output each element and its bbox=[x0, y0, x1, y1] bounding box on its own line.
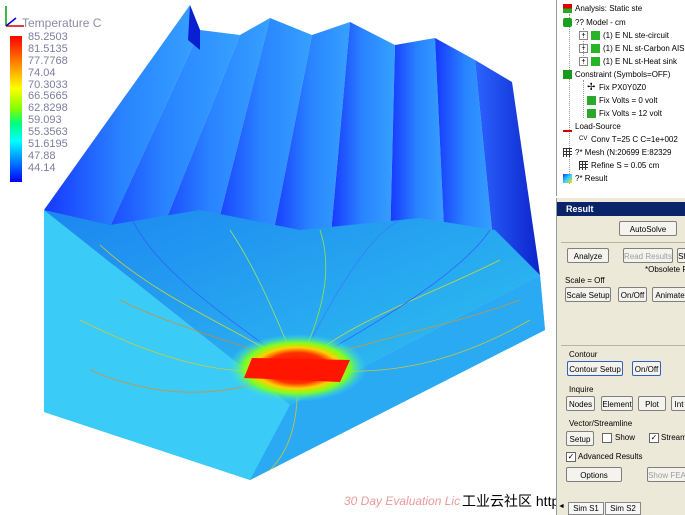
heat-source-chip bbox=[244, 358, 350, 382]
expand-icon[interactable]: + bbox=[579, 44, 588, 54]
3d-viewport[interactable]: Temperature C 85.2503 81.5135 77.7768 74… bbox=[0, 0, 556, 515]
legend-values: 85.2503 81.5135 77.7768 74.04 70.3033 66… bbox=[28, 31, 88, 175]
refine-icon bbox=[579, 161, 588, 171]
tree-load-item[interactable]: CV Conv T=25 C C=1e+002 bbox=[579, 134, 678, 146]
mesh-icon bbox=[563, 148, 572, 158]
legend-value: 81.5135 bbox=[28, 42, 68, 55]
load-icon bbox=[563, 121, 572, 133]
model-icon bbox=[563, 18, 572, 28]
legend-value: 74.04 bbox=[28, 66, 56, 79]
element-button[interactable]: Element bbox=[601, 396, 633, 411]
legend-title: Temperature C bbox=[22, 16, 102, 30]
tree-load-source[interactable]: Load-Source bbox=[563, 121, 621, 133]
tree-constraint-item[interactable]: Fix Volts = 12 volt bbox=[587, 108, 662, 120]
show-label: Show bbox=[615, 433, 636, 442]
tree-model-item[interactable]: + (1) E NL st-Heat sink bbox=[579, 56, 677, 68]
axis-triad-icon bbox=[5, 6, 24, 27]
tree-result[interactable]: ?* Result bbox=[563, 173, 607, 185]
options-button[interactable]: Options bbox=[566, 467, 622, 482]
stream-checkbox[interactable]: ✓ bbox=[649, 433, 659, 443]
int-button[interactable]: Int bbox=[671, 396, 685, 411]
tree-constraint-item[interactable]: ✢ Fix PX0Y0Z0 bbox=[587, 82, 646, 94]
scale-setup-button[interactable]: Scale Setup bbox=[565, 287, 611, 302]
sim-tabs: ◄ Sim S1 Sim S2 bbox=[557, 501, 685, 515]
tab-scroll-left-icon[interactable]: ◄ bbox=[558, 503, 565, 510]
contour-setup-button[interactable]: Contour Setup bbox=[567, 361, 623, 376]
volt-icon bbox=[587, 109, 596, 119]
constraint-icon bbox=[563, 70, 572, 80]
tab-sim-s1[interactable]: Sim S1 bbox=[568, 502, 604, 515]
tree-model-item[interactable]: + (1) E NL ste-circuit bbox=[579, 30, 669, 42]
inquire-label: Inquire bbox=[569, 385, 594, 394]
show-fea-button[interactable]: Show FEA bbox=[647, 467, 685, 482]
volt-icon bbox=[587, 96, 596, 106]
legend-value: 44.14 bbox=[28, 161, 56, 174]
advanced-results-label: Advanced Results bbox=[578, 452, 643, 461]
expand-icon[interactable]: + bbox=[579, 31, 588, 41]
vector-streamline-label: Vector/Streamline bbox=[569, 419, 633, 428]
tree-constraint[interactable]: Constraint (Symbols=OFF) bbox=[563, 69, 670, 81]
vector-setup-button[interactable]: Setup bbox=[566, 431, 594, 446]
tree-model[interactable]: ?? Model - cm bbox=[563, 17, 626, 29]
read-results-button[interactable]: Read Results bbox=[623, 248, 673, 263]
tree-mesh[interactable]: ?* Mesh (N:20699 E:82329 bbox=[563, 147, 672, 159]
temperature-color-scale bbox=[10, 36, 22, 182]
contour-label: Contour bbox=[569, 350, 598, 359]
result-panel: Result AutoSolve Analyze Read Results Sh… bbox=[556, 198, 685, 515]
tree-model-item[interactable]: + (1) E NL st-Carbon AIS bbox=[579, 43, 685, 55]
show-button[interactable]: Sh bbox=[677, 248, 685, 263]
autosolve-button[interactable]: AutoSolve bbox=[619, 221, 677, 236]
result-icon bbox=[563, 174, 572, 184]
nodes-button[interactable]: Nodes bbox=[566, 396, 595, 411]
legend-value: 47.88 bbox=[28, 149, 56, 162]
tree-analysis[interactable]: Analysis: Static ste bbox=[563, 3, 642, 15]
contour-onoff-button[interactable]: On/Off bbox=[632, 361, 661, 376]
advanced-results-checkbox[interactable]: ✓ bbox=[566, 452, 576, 462]
evaluation-watermark: 30 Day Evaluation Lic bbox=[344, 494, 461, 508]
part-icon bbox=[591, 57, 600, 67]
analysis-icon bbox=[563, 4, 572, 14]
tree-mesh-item[interactable]: Refine S = 0.05 cm bbox=[579, 160, 659, 172]
scale-status: Scale = Off bbox=[565, 276, 605, 285]
plot-button[interactable]: Plot bbox=[638, 396, 666, 411]
analyze-button[interactable]: Analyze bbox=[567, 248, 609, 263]
tree-constraint-item[interactable]: Fix Volts = 0 volt bbox=[587, 95, 657, 107]
stream-label: Stream bbox=[661, 433, 685, 442]
legend-value: 77.7768 bbox=[28, 54, 68, 67]
model-tree: Analysis: Static ste ?? Model - cm + (1) … bbox=[556, 0, 685, 196]
convection-icon: CV bbox=[579, 136, 588, 143]
panel-title: Result bbox=[557, 202, 685, 216]
tab-sim-s2[interactable]: Sim S2 bbox=[605, 502, 641, 515]
scale-onoff-button[interactable]: On/Off bbox=[618, 287, 647, 302]
show-checkbox[interactable] bbox=[602, 433, 612, 443]
obsolete-label: *Obsolete R bbox=[645, 265, 685, 274]
animate-button[interactable]: Animate bbox=[652, 287, 685, 302]
fix-icon: ✢ bbox=[587, 82, 596, 94]
expand-icon[interactable]: + bbox=[579, 57, 588, 67]
part-icon bbox=[591, 31, 600, 41]
part-icon bbox=[591, 44, 600, 54]
